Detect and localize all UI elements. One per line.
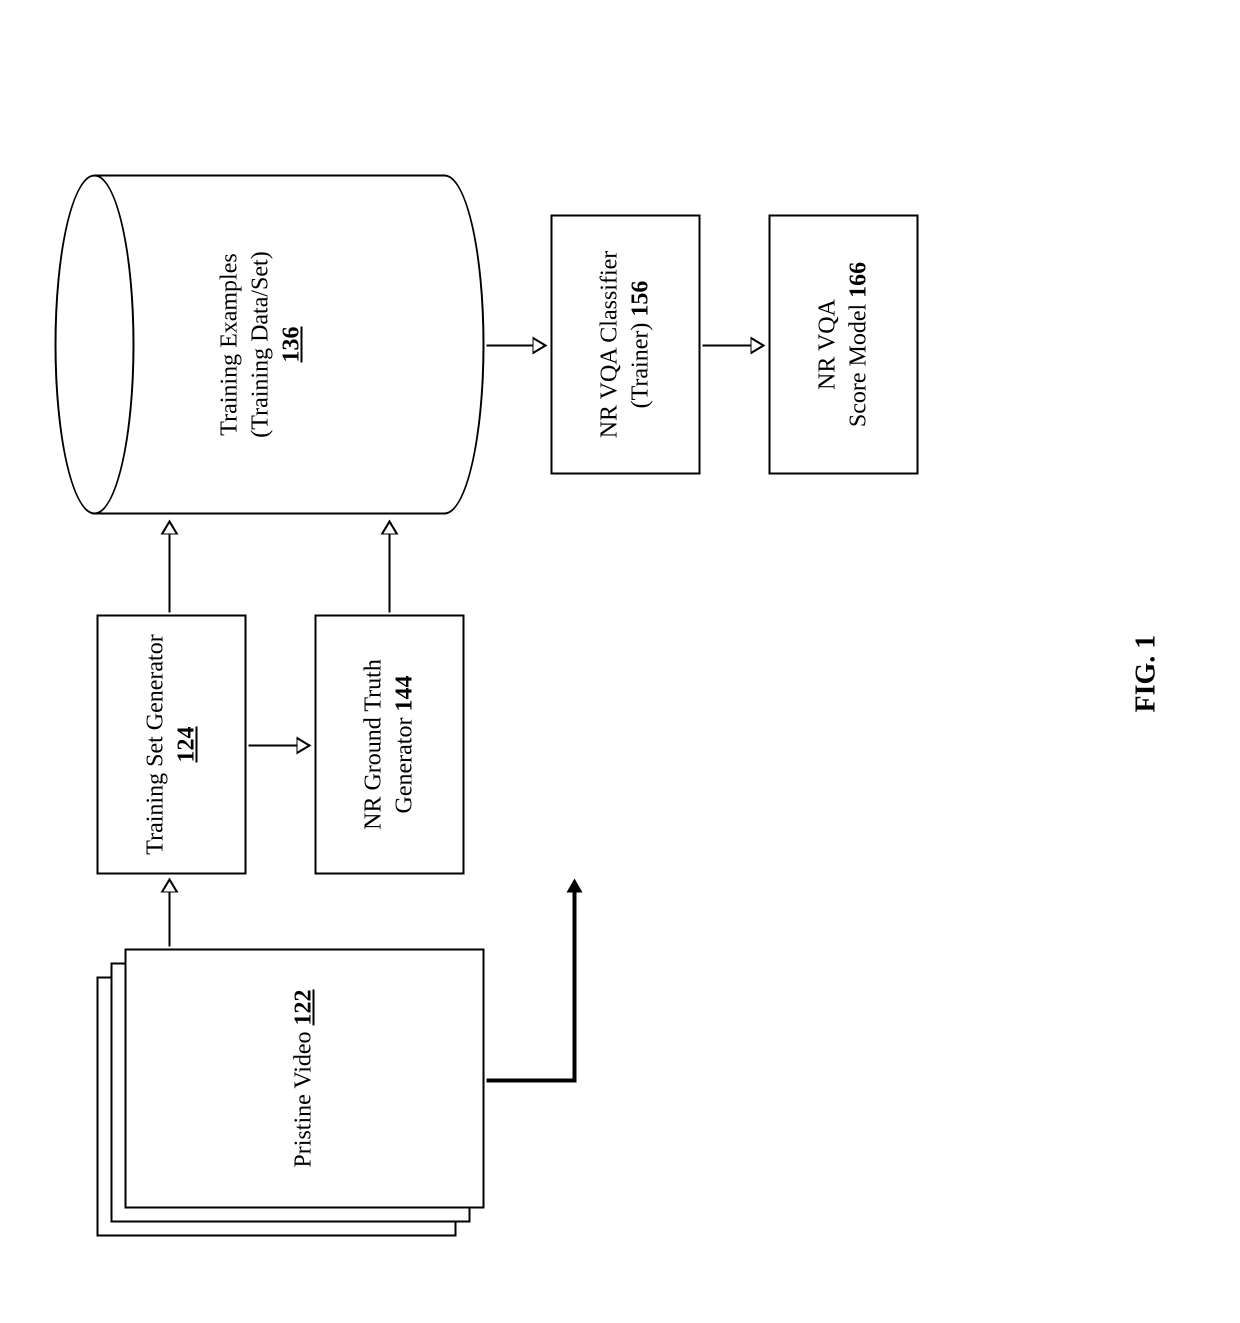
figure-label: FIG. 1 <box>1131 635 1163 713</box>
diagram-canvas: Pristine Video 122 Training Set Generato… <box>1 0 1240 1323</box>
pristine-label: Pristine Video <box>291 1031 317 1167</box>
arrow-gtgen-to-examples <box>389 535 391 613</box>
ground-truth-generator-box: NR Ground Truth Generator 144 <box>315 615 465 875</box>
examples-label2: (Training Data/Set) <box>246 175 277 515</box>
model-label1: NR VQA <box>812 299 843 390</box>
arrow-examples-to-classifier <box>487 345 533 347</box>
arrow-pristine-to-gtgen-h <box>573 893 577 1083</box>
gtgen-label1: NR Ground Truth <box>358 659 389 830</box>
model-label2: Score Model <box>846 304 872 427</box>
arrow-traingen-to-examples <box>169 535 171 613</box>
arrow-pristine-to-gtgen-head <box>567 879 583 893</box>
arrow-traingen-to-examples-head <box>161 520 179 535</box>
classifier-label2: (Trainer) <box>628 323 654 409</box>
examples-label1: Training Examples <box>215 175 246 515</box>
arrow-gtgen-to-examples-head <box>381 520 399 535</box>
training-set-generator-box: Training Set Generator 124 <box>97 615 247 875</box>
traingen-label: Training Set Generator <box>140 634 171 854</box>
classifier-ref: 156 <box>628 281 654 317</box>
classifier-label1: NR VQA Classifier <box>594 251 625 439</box>
traingen-ref: 124 <box>172 727 203 763</box>
arrow-pristine-to-traingen-head <box>161 878 179 893</box>
examples-ref: 136 <box>277 175 308 515</box>
arrow-traingen-to-gtgen <box>249 745 297 747</box>
gtgen-label2: Generator <box>392 718 418 814</box>
arrow-traingen-to-gtgen-head <box>297 737 312 755</box>
gtgen-ref: 144 <box>392 676 418 712</box>
arrow-pristine-to-gtgen-v <box>487 1079 577 1083</box>
arrow-classifier-to-model-head <box>751 337 766 355</box>
arrow-classifier-to-model <box>703 345 751 347</box>
pristine-ref: 122 <box>291 989 317 1025</box>
training-examples-cylinder: Training Examples (Training Data/Set) 13… <box>55 175 485 515</box>
arrow-pristine-to-traingen <box>169 893 171 947</box>
arrow-examples-to-classifier-head <box>533 337 548 355</box>
model-ref: 166 <box>846 262 872 298</box>
score-model-box: NR VQA Score Model 166 <box>769 215 919 475</box>
classifier-box: NR VQA Classifier (Trainer) 156 <box>551 215 701 475</box>
pristine-video-box: Pristine Video 122 <box>125 949 485 1209</box>
